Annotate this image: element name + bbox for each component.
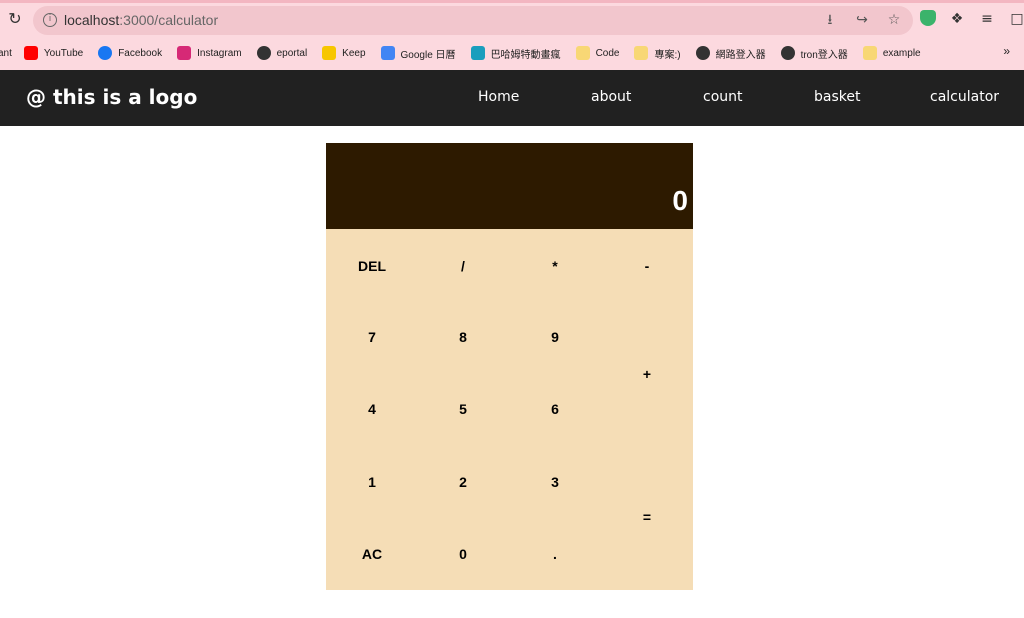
site-navbar: @ this is a logo Home about count basket… bbox=[0, 70, 1024, 126]
one-button[interactable]: 1 bbox=[326, 474, 418, 490]
folder-icon bbox=[575, 46, 590, 60]
globe-icon bbox=[780, 46, 795, 60]
folder-icon bbox=[634, 46, 649, 60]
bookmark-google-calendar[interactable]: Google 日曆 bbox=[380, 46, 456, 61]
bookmark-label: Google 日曆 bbox=[400, 49, 456, 61]
zero-button[interactable]: 0 bbox=[417, 546, 509, 562]
nav-link-about[interactable]: about bbox=[591, 89, 631, 105]
anime-icon bbox=[470, 46, 485, 60]
ac-button[interactable]: AC bbox=[326, 546, 418, 562]
keep-icon bbox=[322, 46, 337, 60]
calculator-display: 0 bbox=[326, 143, 693, 229]
bookmarks-bar: ant YouTube Facebook Instagram eportal K… bbox=[0, 42, 1024, 64]
bookmark-project[interactable]: 專案:) bbox=[634, 46, 681, 61]
url-host: localhost bbox=[64, 12, 120, 28]
install-icon[interactable]: ⭳ bbox=[821, 11, 839, 29]
nav-links: Home about count basket calculator bbox=[0, 70, 1024, 126]
del-button[interactable]: DEL bbox=[326, 258, 418, 274]
five-button[interactable]: 5 bbox=[417, 401, 509, 417]
plus-button[interactable]: + bbox=[601, 366, 693, 382]
calendar-icon bbox=[380, 46, 395, 60]
bookmark-label: Instagram bbox=[197, 47, 242, 59]
url-text[interactable]: localhost:3000/calculator bbox=[64, 12, 218, 28]
facebook-icon bbox=[98, 46, 113, 60]
eight-button[interactable]: 8 bbox=[417, 329, 509, 345]
bookmark-label: example bbox=[882, 47, 921, 59]
bookmark-eportal[interactable]: eportal bbox=[256, 46, 308, 60]
info-icon[interactable]: i bbox=[43, 13, 57, 27]
bookmark-label: tron登入器 bbox=[800, 49, 848, 61]
display-value: 0 bbox=[672, 185, 688, 216]
shield-extension-icon[interactable] bbox=[920, 10, 936, 26]
multiply-button[interactable]: * bbox=[509, 258, 601, 274]
star-icon[interactable]: ☆ bbox=[885, 11, 903, 29]
three-button[interactable]: 3 bbox=[509, 474, 601, 490]
nav-link-count[interactable]: count bbox=[703, 89, 743, 105]
bookmark-label: eportal bbox=[276, 47, 308, 59]
bookmark-youtube[interactable]: YouTube bbox=[23, 46, 84, 60]
nav-link-home[interactable]: Home bbox=[478, 89, 519, 105]
globe-icon bbox=[695, 46, 710, 60]
nav-link-calculator[interactable]: calculator bbox=[930, 89, 999, 105]
bookmark-label: Facebook bbox=[118, 47, 163, 59]
bookmark-label: 專案:) bbox=[654, 49, 681, 61]
media-queue-icon[interactable]: ≡ bbox=[978, 10, 996, 28]
bookmark-ant[interactable]: ant bbox=[0, 48, 12, 59]
nav-link-basket[interactable]: basket bbox=[814, 89, 860, 105]
instagram-icon bbox=[177, 46, 192, 60]
side-panel-icon[interactable]: □ bbox=[1008, 10, 1024, 28]
folder-icon bbox=[862, 46, 877, 60]
bookmark-code[interactable]: Code bbox=[575, 46, 620, 60]
bookmark-label: Keep bbox=[342, 47, 366, 59]
nine-button[interactable]: 9 bbox=[509, 329, 601, 345]
decimal-button[interactable]: . bbox=[509, 546, 601, 562]
more-bookmarks-button[interactable]: » bbox=[1003, 44, 1010, 58]
reload-icon[interactable]: ↻ bbox=[6, 10, 24, 28]
equals-button[interactable]: = bbox=[601, 509, 693, 525]
six-button[interactable]: 6 bbox=[509, 401, 601, 417]
calculator: 0 DEL / * - 7 8 9 + 4 5 6 1 2 3 = AC 0 . bbox=[326, 143, 693, 590]
bookmark-bahamut-anime[interactable]: 巴哈姆特動畫瘋 bbox=[470, 46, 561, 61]
browser-chrome: ↻ i localhost:3000/calculator ⭳ ↪ ☆ ❖ ≡ … bbox=[0, 0, 1024, 70]
share-icon[interactable]: ↪ bbox=[853, 11, 871, 29]
seven-button[interactable]: 7 bbox=[326, 329, 418, 345]
divide-button[interactable]: / bbox=[417, 258, 509, 274]
bookmark-example[interactable]: example bbox=[862, 46, 921, 60]
youtube-icon bbox=[23, 46, 38, 60]
four-button[interactable]: 4 bbox=[326, 401, 418, 417]
minus-button[interactable]: - bbox=[601, 258, 693, 274]
bookmark-label: 網路登入器 bbox=[715, 49, 766, 61]
bookmark-tron-login[interactable]: tron登入器 bbox=[780, 46, 848, 61]
puzzle-extensions-icon[interactable]: ❖ bbox=[948, 10, 966, 28]
bookmark-keep[interactable]: Keep bbox=[322, 46, 366, 60]
bookmark-label: YouTube bbox=[43, 47, 84, 59]
bookmark-facebook[interactable]: Facebook bbox=[98, 46, 162, 60]
bookmark-label: Code bbox=[595, 47, 620, 59]
bookmark-label: 巴哈姆特動畫瘋 bbox=[490, 49, 561, 61]
address-bar[interactable]: i localhost:3000/calculator ⭳ ↪ ☆ bbox=[33, 6, 913, 35]
url-path: :3000/calculator bbox=[119, 12, 219, 28]
two-button[interactable]: 2 bbox=[417, 474, 509, 490]
bookmark-label: ant bbox=[0, 47, 12, 59]
bookmark-instagram[interactable]: Instagram bbox=[177, 46, 242, 60]
globe-icon bbox=[256, 46, 271, 60]
bookmark-network-login[interactable]: 網路登入器 bbox=[695, 46, 766, 61]
tab-strip-edge bbox=[0, 0, 1024, 3]
